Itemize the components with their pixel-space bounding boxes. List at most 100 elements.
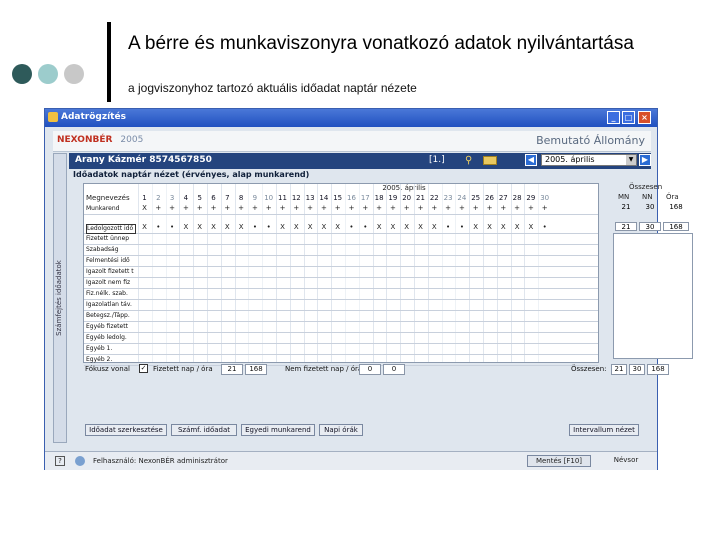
day-cell[interactable]: X <box>386 223 399 231</box>
next-period-button[interactable]: ▶ <box>639 154 651 166</box>
summary-value: 30 <box>639 222 661 231</box>
summary-empty-area <box>613 233 693 359</box>
day-cell[interactable]: + <box>304 204 317 212</box>
day-cell[interactable]: X <box>414 223 427 231</box>
close-button[interactable]: × <box>638 111 651 124</box>
day-cell[interactable]: • <box>262 223 275 231</box>
day-cell[interactable]: + <box>345 204 358 212</box>
day-cell[interactable]: X <box>511 223 524 231</box>
name-list-button[interactable]: Névsor <box>601 455 651 467</box>
row-label[interactable]: Ledolgozott idő <box>86 224 136 234</box>
day-cell[interactable]: + <box>483 204 496 212</box>
edit-time-data-button[interactable]: Időadat szerkesztése <box>85 424 167 436</box>
search-icon[interactable]: ⚲ <box>465 155 472 166</box>
day-cell[interactable]: + <box>428 204 441 212</box>
row-label[interactable]: Egyéb 2. <box>86 356 136 363</box>
day-cell[interactable]: X <box>469 223 482 231</box>
help-icon[interactable]: ? <box>55 456 65 466</box>
custom-schedule-button[interactable]: Egyedi munkarend <box>241 424 315 436</box>
day-cell[interactable]: + <box>497 204 510 212</box>
day-cell[interactable]: + <box>262 204 275 212</box>
day-cell[interactable]: + <box>290 204 303 212</box>
day-cell[interactable]: X <box>483 223 496 231</box>
day-cell[interactable]: X <box>138 204 151 212</box>
row-label[interactable]: Szabadság <box>86 246 136 253</box>
day-cell[interactable]: + <box>248 204 261 212</box>
day-cell[interactable]: + <box>276 204 289 212</box>
prev-period-button[interactable]: ◀ <box>525 154 537 166</box>
total-nn-field: 30 <box>629 364 645 375</box>
day-cell[interactable]: + <box>166 204 179 212</box>
row-label[interactable]: Betegsz./Tápp. <box>86 312 136 319</box>
side-tab[interactable]: Számfejtés időadatok <box>53 153 67 443</box>
grid-row-line <box>84 277 598 278</box>
day-cell[interactable]: + <box>207 204 220 212</box>
day-cell[interactable]: X <box>497 223 510 231</box>
day-cell[interactable]: X <box>276 223 289 231</box>
row-label[interactable]: Igazolt fizetett t <box>86 268 136 275</box>
day-cell[interactable]: + <box>455 204 468 212</box>
row-label[interactable]: Egyéb 1. <box>86 345 136 352</box>
day-cell[interactable]: X <box>138 223 151 231</box>
day-cell[interactable]: X <box>207 223 220 231</box>
day-cell[interactable]: + <box>179 204 192 212</box>
day-cell[interactable]: • <box>152 223 165 231</box>
day-cell[interactable]: X <box>290 223 303 231</box>
day-cell[interactable]: + <box>414 204 427 212</box>
folder-icon[interactable] <box>483 156 497 165</box>
day-cell[interactable]: + <box>469 204 482 212</box>
day-cell[interactable]: X <box>304 223 317 231</box>
minimize-button[interactable]: _ <box>607 111 620 124</box>
period-select[interactable]: 2005. április ▼ <box>541 154 637 166</box>
row-label[interactable]: Egyéb ledolg. <box>86 334 136 341</box>
maximize-button[interactable]: □ <box>622 111 635 124</box>
day-cell[interactable]: + <box>373 204 386 212</box>
day-cell[interactable]: + <box>152 204 165 212</box>
payroll-time-data-button[interactable]: Számf. időadat <box>171 424 237 436</box>
row-label[interactable]: Igazolatlan táv. <box>86 301 136 308</box>
day-cell[interactable]: X <box>400 223 413 231</box>
day-cell[interactable]: + <box>386 204 399 212</box>
day-cell[interactable]: • <box>455 223 468 231</box>
day-cell[interactable]: X <box>317 223 330 231</box>
day-cell[interactable]: + <box>538 204 551 212</box>
row-label[interactable]: Egyéb fizetett <box>86 323 136 330</box>
row-label[interactable]: Igazolt nem fiz <box>86 279 136 286</box>
day-cell[interactable]: + <box>511 204 524 212</box>
day-cell[interactable]: X <box>331 223 344 231</box>
day-cell[interactable]: • <box>166 223 179 231</box>
day-cell[interactable]: • <box>442 223 455 231</box>
focus-line-checkbox[interactable]: ✓ <box>139 364 148 373</box>
day-cell[interactable]: + <box>317 204 330 212</box>
day-cell[interactable]: • <box>248 223 261 231</box>
day-cell[interactable]: X <box>373 223 386 231</box>
day-cell[interactable]: • <box>359 223 372 231</box>
day-cell[interactable]: + <box>331 204 344 212</box>
day-cell[interactable]: X <box>193 223 206 231</box>
day-cell[interactable]: X <box>235 223 248 231</box>
day-cell[interactable]: X <box>428 223 441 231</box>
day-cell[interactable]: + <box>359 204 372 212</box>
row-label[interactable]: Felmentési idő <box>86 257 136 264</box>
day-cell[interactable]: + <box>221 204 234 212</box>
calendar-grid: 2005. április Megnevezés 1 2 3 4 5 6 7 8 9 10 11 12… <box>83 183 599 366</box>
day-cell[interactable]: + <box>235 204 248 212</box>
page-indicator: [1.] <box>429 155 445 165</box>
day-cell[interactable]: • <box>538 223 551 231</box>
day-cell[interactable]: • <box>345 223 358 231</box>
day-cell[interactable]: + <box>442 204 455 212</box>
row-label[interactable]: Munkarend <box>86 205 136 212</box>
day-cell[interactable]: X <box>179 223 192 231</box>
interval-view-button[interactable]: Intervallum nézet <box>569 424 639 436</box>
daily-hours-button[interactable]: Napi órák <box>319 424 363 436</box>
decor-dot-dark <box>12 64 32 84</box>
day-cell[interactable]: + <box>400 204 413 212</box>
day-cell[interactable]: X <box>524 223 537 231</box>
day-cell[interactable]: X <box>221 223 234 231</box>
save-button[interactable]: Mentés [F10] <box>527 455 591 467</box>
row-label[interactable]: Fizetett ünnep <box>86 235 136 242</box>
day-cell[interactable]: + <box>524 204 537 212</box>
summary-value: 168 <box>669 203 683 211</box>
row-label[interactable]: Fiz.nélk. szab. <box>86 290 136 297</box>
day-cell[interactable]: + <box>193 204 206 212</box>
